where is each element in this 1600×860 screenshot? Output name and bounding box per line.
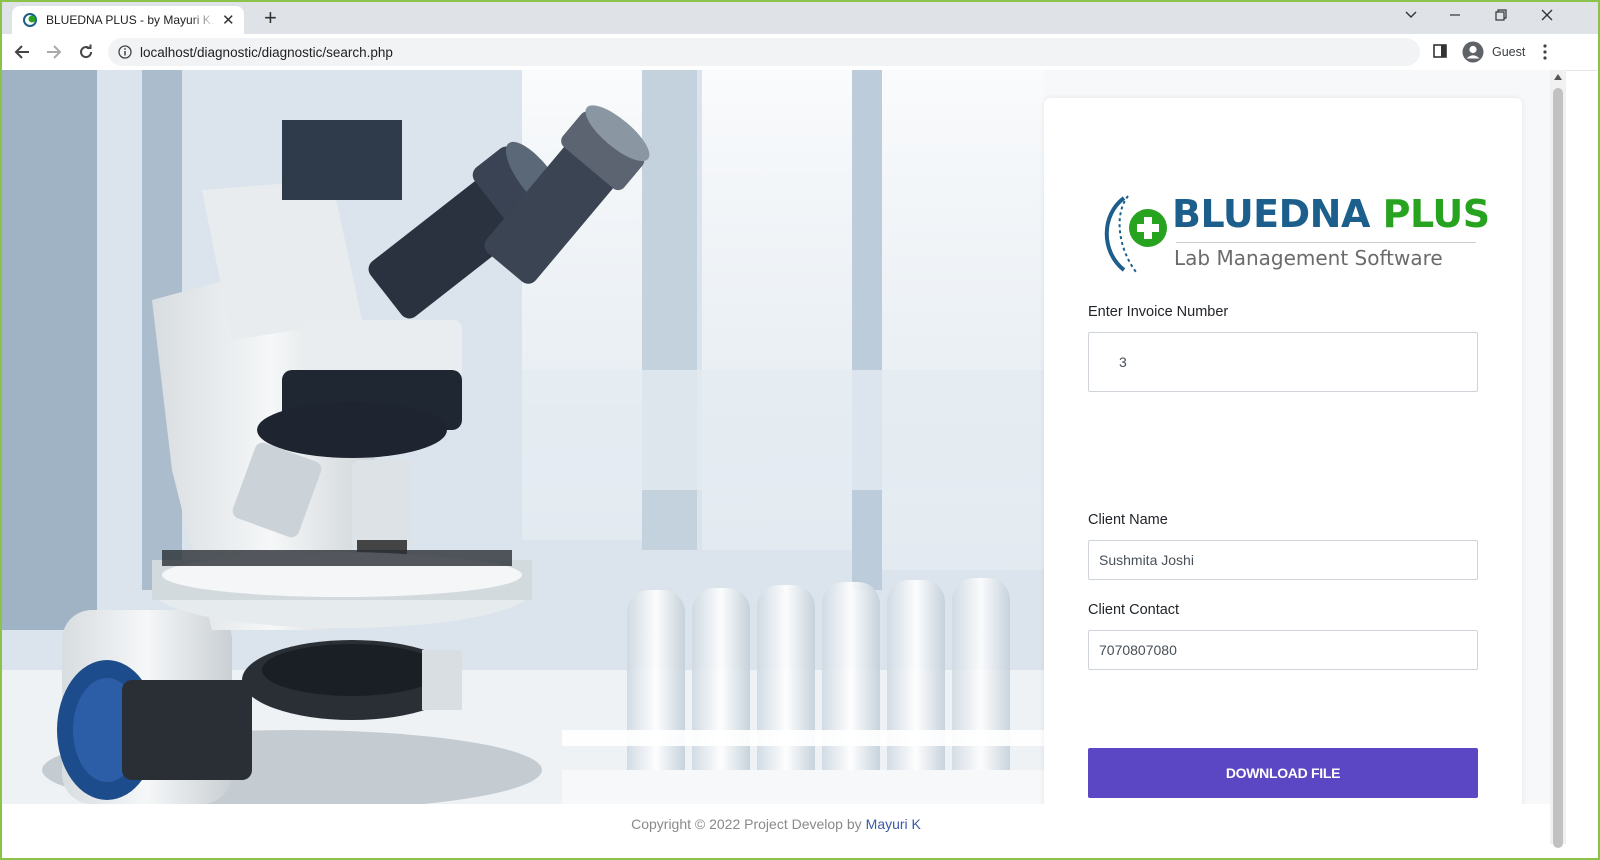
- reload-icon[interactable]: [76, 42, 96, 62]
- minimize-icon[interactable]: [1448, 8, 1462, 22]
- hero-image: [2, 70, 1044, 804]
- invoice-search-card: BLUEDNA PLUS Lab Management Software Ent…: [1044, 98, 1522, 838]
- kebab-menu-icon[interactable]: [1542, 43, 1548, 61]
- download-file-button[interactable]: DOWNLOAD FILE: [1088, 748, 1478, 798]
- tab-close-icon[interactable]: ✕: [222, 13, 235, 28]
- client-contact-label: Client Contact: [1088, 602, 1180, 618]
- url-text: localhost/diagnostic/diagnostic/search.p…: [140, 44, 393, 60]
- restore-icon[interactable]: [1494, 8, 1508, 22]
- side-panel-icon[interactable]: [1432, 43, 1448, 59]
- scroll-up-icon[interactable]: [1554, 74, 1562, 80]
- info-icon[interactable]: [118, 45, 132, 59]
- profile-button[interactable]: Guest: [1460, 37, 1530, 67]
- invoice-number-label: Enter Invoice Number: [1088, 304, 1229, 320]
- page-footer: Copyright © 2022 Project Develop by Mayu…: [2, 804, 1550, 844]
- page-content: BLUEDNA PLUS Lab Management Software Ent…: [2, 70, 1550, 844]
- invoice-number-input[interactable]: [1088, 332, 1478, 392]
- test-tubes: [562, 578, 1044, 804]
- scrollbar-thumb[interactable]: [1553, 88, 1563, 848]
- forward-arrow-icon[interactable]: [44, 42, 64, 62]
- brand-logo: BLUEDNA PLUS Lab Management Software: [1096, 190, 1490, 280]
- author-link[interactable]: Mayuri K: [866, 816, 921, 832]
- new-tab-icon[interactable]: +: [264, 7, 277, 29]
- browser-toolbar: localhost/diagnostic/diagnostic/search.p…: [2, 34, 1598, 71]
- page-scrollbar[interactable]: [1550, 70, 1566, 848]
- address-bar[interactable]: localhost/diagnostic/diagnostic/search.p…: [108, 38, 1420, 66]
- client-name-input[interactable]: [1088, 540, 1478, 580]
- profile-label: Guest: [1492, 45, 1526, 59]
- browser-tab[interactable]: BLUEDNA PLUS - by Mayuri K. Freelancer ✕: [12, 6, 244, 34]
- microscope-illustration: [2, 70, 1044, 804]
- tab-title: BLUEDNA PLUS - by Mayuri K. Freelancer: [46, 13, 216, 27]
- client-name-label: Client Name: [1088, 512, 1168, 528]
- profile-icon: [1462, 41, 1484, 63]
- copyright-text: Copyright © 2022 Project Develop by: [631, 816, 862, 832]
- brand-name-part1: BLUEDNA: [1172, 192, 1370, 236]
- tab-strip: BLUEDNA PLUS - by Mayuri K. Freelancer ✕…: [2, 2, 1598, 34]
- tab-search-icon[interactable]: [1404, 8, 1418, 22]
- brand-name-part2: PLUS: [1382, 192, 1490, 236]
- client-contact-input[interactable]: [1088, 630, 1478, 670]
- back-arrow-icon[interactable]: [12, 42, 32, 62]
- close-window-icon[interactable]: [1540, 8, 1554, 22]
- brand-tagline: Lab Management Software: [1174, 246, 1443, 270]
- favicon-icon: [23, 13, 37, 27]
